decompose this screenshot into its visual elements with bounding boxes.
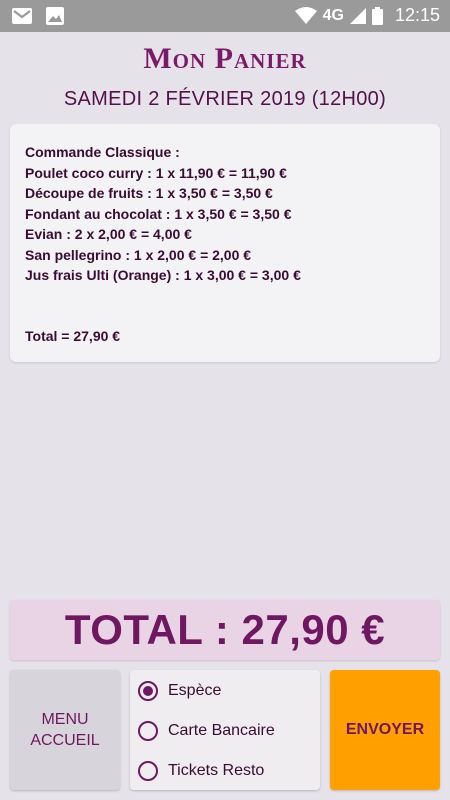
order-line: Evian : 2 x 2,00 € = 4,00 €: [25, 226, 192, 242]
order-summary-card: Commande Classique : Poulet coco curry :…: [10, 124, 440, 362]
payment-options: Espèce Carte Bancaire Tickets Resto: [130, 670, 320, 790]
payment-option-tickets-resto[interactable]: Tickets Resto: [138, 756, 264, 786]
total-banner: TOTAL : 27,90 €: [10, 600, 440, 660]
order-line: Découpe de fruits : 1 x 3,50 € = 3,50 €: [25, 185, 273, 201]
payment-option-espece[interactable]: Espèce: [138, 676, 221, 706]
status-bar: 4G 12:15: [0, 0, 450, 32]
battery-icon: [371, 6, 383, 25]
order-heading: Commande Classique :: [25, 144, 180, 160]
order-line: San pellegrino : 1 x 2,00 € = 2,00 €: [25, 246, 252, 263]
gmail-icon: [12, 8, 32, 24]
image-icon: [46, 7, 64, 25]
total-amount: TOTAL : 27,90 €: [64, 606, 386, 653]
wifi-icon: [294, 7, 317, 24]
network-type: 4G: [322, 6, 344, 24]
payment-option-label: Tickets Resto: [168, 762, 265, 779]
payment-option-label: Espèce: [168, 682, 222, 699]
radio-selected-icon[interactable]: [138, 681, 158, 701]
menu-button-line2: ACCUEIL: [30, 732, 100, 749]
order-line: Fondant au chocolat : 1 x 3,50 € = 3,50 …: [25, 205, 292, 222]
order-lines: Commande Classique : Poulet coco curry :…: [25, 142, 301, 286]
clock: 12:15: [394, 5, 440, 25]
radio-unselected-icon[interactable]: [138, 721, 158, 741]
signal-icon: [349, 7, 366, 24]
send-button[interactable]: ENVOYER: [330, 670, 440, 790]
order-date: SAMEDI 2 FÉVRIER 2019 (12H00): [63, 88, 387, 110]
page-title: Mon Panier: [143, 42, 307, 75]
payment-option-carte-bancaire[interactable]: Carte Bancaire: [138, 716, 275, 746]
radio-unselected-icon[interactable]: [138, 761, 158, 781]
payment-option-label: Carte Bancaire: [168, 722, 275, 739]
order-total-line: Total = 27,90 €: [25, 328, 121, 344]
order-line: Jus frais Ulti (Orange) : 1 x 3,00 € = 3…: [25, 267, 301, 283]
menu-accueil-button[interactable]: MENU ACCUEIL: [10, 670, 120, 790]
order-line: Poulet coco curry : 1 x 11,90 € = 11,90 …: [25, 164, 287, 181]
menu-button-line1: MENU: [41, 711, 89, 728]
